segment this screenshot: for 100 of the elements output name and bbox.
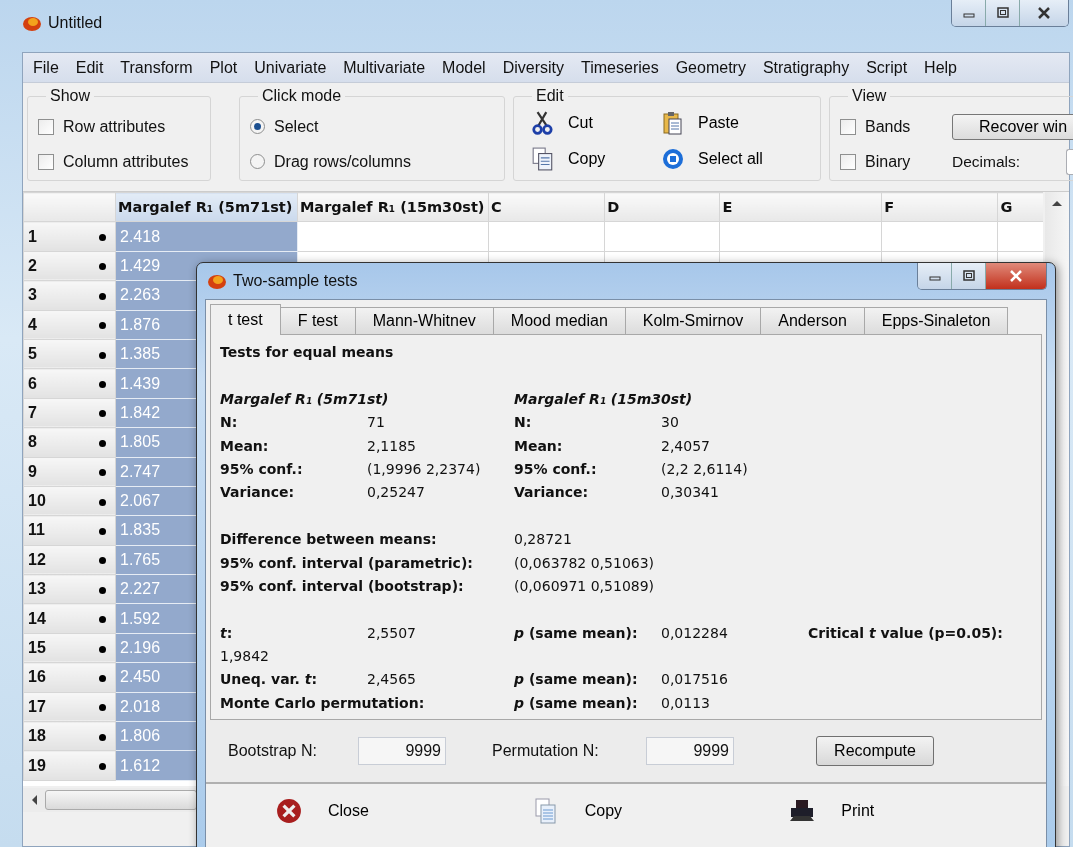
row-header[interactable]: 2	[23, 251, 116, 281]
row-header[interactable]: 14	[23, 603, 116, 634]
stat-label: Variance:	[514, 483, 590, 503]
close-button[interactable]	[1020, 0, 1068, 26]
row-marker-icon	[99, 322, 106, 330]
stat-value: 0,25247	[367, 483, 426, 503]
row-marker-icon	[99, 410, 106, 418]
stat-value: 0,0113	[661, 693, 711, 713]
column-header[interactable]: D	[604, 192, 720, 222]
row-header[interactable]: 16	[23, 662, 116, 693]
clipboard-icon	[662, 111, 684, 135]
checkbox[interactable]	[38, 118, 54, 135]
dialog-button[interactable]: Close	[276, 798, 533, 824]
close-button[interactable]	[986, 263, 1046, 289]
row-header[interactable]: 1	[23, 221, 116, 252]
checkbox-label: Binary	[865, 152, 911, 171]
row-header[interactable]: 4	[23, 310, 116, 340]
stat-label: p (same mean):	[514, 623, 639, 643]
menu-item[interactable]: File	[27, 55, 67, 82]
recompute-button[interactable]: Recompute	[816, 736, 934, 766]
row-header[interactable]: 13	[23, 574, 116, 604]
menu-item[interactable]: Edit	[69, 55, 112, 82]
row-marker-icon	[99, 234, 106, 241]
column-header[interactable]: F	[881, 192, 998, 222]
menu-item[interactable]: Plot	[203, 55, 246, 82]
row-marker-icon	[99, 763, 106, 771]
column-header[interactable]: Margalef R₁ (5m71st)	[115, 192, 298, 222]
stat-value: (0,063782 0,51063)	[514, 553, 656, 573]
menu-item[interactable]: Diversity	[496, 55, 572, 82]
checkbox[interactable]	[840, 153, 856, 170]
row-marker-icon	[99, 645, 106, 653]
row-header[interactable]: 5	[23, 339, 116, 369]
stat-label: N:	[514, 413, 533, 433]
column-header[interactable]: G	[997, 192, 1043, 222]
dialog-button[interactable]: Copy	[532, 798, 790, 824]
group-label: Click mode	[261, 87, 343, 105]
row-marker-icon	[99, 586, 106, 594]
close-icon	[1037, 7, 1051, 19]
menu-item[interactable]: Model	[436, 55, 494, 82]
pages-icon	[532, 147, 554, 171]
menu-item[interactable]: Help	[918, 55, 965, 82]
toolbar-button[interactable]: Paste	[662, 107, 802, 139]
row-header[interactable]: 15	[23, 633, 116, 663]
row-header[interactable]: 6	[23, 368, 116, 399]
menu-item[interactable]: Univariate	[248, 55, 335, 82]
maximize-button[interactable]	[986, 0, 1020, 26]
row-header[interactable]: 11	[23, 515, 116, 546]
column-header[interactable]: Margalef R₁ (15m30st)	[297, 192, 489, 222]
row-header[interactable]: 8	[23, 427, 116, 457]
input-field[interactable]: 9999	[646, 737, 734, 765]
menu-item[interactable]: Geometry	[669, 55, 754, 82]
checkbox-label: Row attributes	[63, 117, 166, 136]
stat-label: p (same mean):	[514, 670, 639, 690]
row-header[interactable]: 18	[23, 721, 116, 751]
row-header[interactable]: 3	[23, 280, 116, 311]
row-header[interactable]: 19	[23, 750, 116, 781]
row-header[interactable]: 9	[23, 457, 116, 487]
tab[interactable]: t test	[210, 304, 281, 335]
maximize-button[interactable]	[952, 263, 986, 289]
row-marker-icon	[99, 557, 106, 565]
close-icon	[1009, 270, 1023, 282]
left-arrow-icon	[31, 795, 37, 805]
menu-item[interactable]: Script	[860, 55, 916, 82]
row-header[interactable]: 12	[23, 545, 116, 575]
row-header[interactable]: 10	[23, 486, 116, 516]
row-header[interactable]: 7	[23, 398, 116, 428]
window-title: Untitled	[48, 14, 103, 32]
input-field[interactable]: 9999	[358, 737, 446, 765]
checkbox[interactable]	[38, 153, 54, 170]
row-marker-icon	[99, 704, 106, 712]
checkbox-label: Column attributes	[63, 152, 189, 171]
row-marker-icon	[99, 675, 106, 682]
stat-label: Mean:	[220, 436, 270, 456]
toolbar-button[interactable]: Copy	[532, 143, 662, 175]
menu-item[interactable]: Multivariate	[337, 55, 434, 82]
stat-value: (0,060971 0,51089)	[514, 576, 656, 596]
menu-item[interactable]: Transform	[114, 55, 201, 82]
column-header[interactable]: C	[488, 192, 605, 222]
menu-item[interactable]: Stratigraphy	[756, 55, 858, 82]
radio-button[interactable]	[250, 119, 265, 134]
toolbar-button[interactable]: Select all	[662, 143, 802, 175]
tab[interactable]: Mann-Whitnev	[354, 307, 494, 334]
row-header[interactable]: 17	[23, 692, 116, 722]
toolbar-button[interactable]: Cut	[532, 107, 662, 139]
tab[interactable]: Epps-Sinaleton	[863, 307, 1009, 334]
stat-value: 71	[367, 413, 386, 433]
stat-label: Mean:	[514, 436, 564, 456]
stat-value: 2,4057	[661, 436, 711, 456]
tab[interactable]: Kolm-Smirnov	[624, 307, 762, 334]
column-header[interactable]: E	[719, 192, 882, 222]
tab[interactable]: Anderson	[760, 307, 865, 334]
stat-label: Critical t value (p=0.05):	[808, 623, 1004, 643]
menu-item[interactable]: Timeseries	[575, 55, 667, 82]
tab[interactable]: F test	[279, 307, 356, 334]
tab[interactable]: Mood median	[492, 307, 626, 334]
dialog-button[interactable]: Print	[789, 798, 1046, 824]
radio-button[interactable]	[250, 154, 265, 169]
recover-button[interactable]: Recover win	[952, 113, 1073, 140]
checkbox[interactable]	[840, 118, 856, 135]
group-label: View	[851, 87, 888, 105]
